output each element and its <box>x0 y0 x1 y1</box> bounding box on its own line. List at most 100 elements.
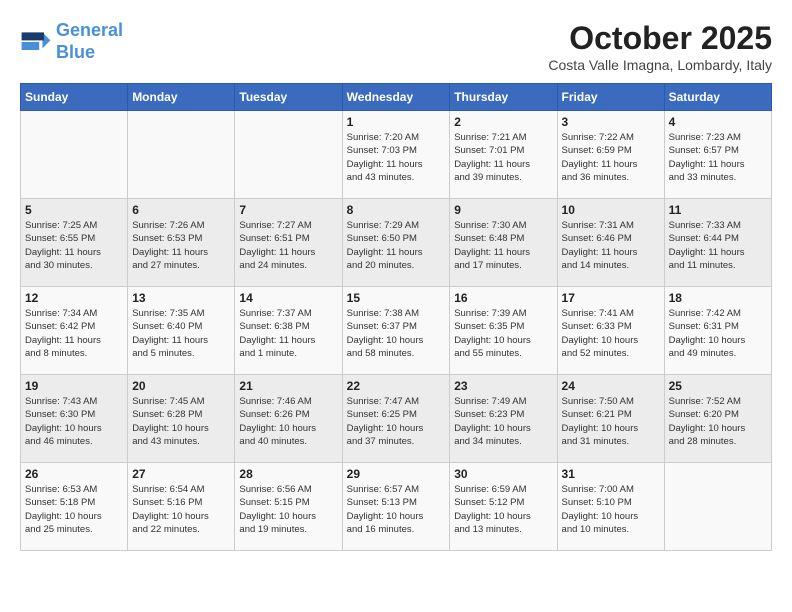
day-info: Sunrise: 6:54 AM Sunset: 5:16 PM Dayligh… <box>132 483 230 536</box>
calendar-table: SundayMondayTuesdayWednesdayThursdayFrid… <box>20 83 772 551</box>
day-info: Sunrise: 7:30 AM Sunset: 6:48 PM Dayligh… <box>454 219 552 272</box>
calendar-week-row: 1Sunrise: 7:20 AM Sunset: 7:03 PM Daylig… <box>21 111 772 199</box>
day-number: 31 <box>562 467 660 481</box>
calendar-day-cell: 19Sunrise: 7:43 AM Sunset: 6:30 PM Dayli… <box>21 375 128 463</box>
day-info: Sunrise: 7:52 AM Sunset: 6:20 PM Dayligh… <box>669 395 767 448</box>
weekday-header: Wednesday <box>342 84 450 111</box>
day-info: Sunrise: 7:23 AM Sunset: 6:57 PM Dayligh… <box>669 131 767 184</box>
calendar-day-cell: 13 Sunrise: 7:35 AM Sunset: 6:40 PM Dayli… <box>128 287 235 375</box>
day-number: 7 <box>239 203 337 217</box>
day-info: Sunrise: 7:38 AM Sunset: 6:37 PM Dayligh… <box>347 307 446 360</box>
calendar-day-cell: 2 Sunrise: 7:21 AM Sunset: 7:01 PM Daylig… <box>450 111 557 199</box>
calendar-week-row: 5Sunrise: 7:25 AM Sunset: 6:55 PM Daylig… <box>21 199 772 287</box>
day-number: 13 <box>132 291 230 305</box>
day-number: 17 <box>562 291 660 305</box>
day-number: 5 <box>25 203 123 217</box>
logo: General Blue <box>20 20 123 63</box>
calendar-day-cell: 1Sunrise: 7:20 AM Sunset: 7:03 PM Daylig… <box>342 111 450 199</box>
calendar-day-cell: 29 Sunrise: 6:57 AM Sunset: 5:13 PM Dayli… <box>342 463 450 551</box>
calendar-day-cell <box>128 111 235 199</box>
calendar-day-cell: 24Sunrise: 7:50 AM Sunset: 6:21 PM Dayli… <box>557 375 664 463</box>
day-number: 6 <box>132 203 230 217</box>
calendar-subtitle: Costa Valle Imagna, Lombardy, Italy <box>548 57 772 73</box>
calendar-day-cell <box>235 111 342 199</box>
logo-line1: General <box>56 20 123 40</box>
day-number: 14 <box>239 291 337 305</box>
calendar-day-cell: 9 Sunrise: 7:30 AM Sunset: 6:48 PM Daylig… <box>450 199 557 287</box>
weekday-header: Friday <box>557 84 664 111</box>
calendar-day-cell: 27 Sunrise: 6:54 AM Sunset: 5:16 PM Dayli… <box>128 463 235 551</box>
title-block: October 2025 Costa Valle Imagna, Lombard… <box>548 20 772 73</box>
calendar-header: General Blue October 2025 Costa Valle Im… <box>20 20 772 73</box>
day-info: Sunrise: 7:34 AM Sunset: 6:42 PM Dayligh… <box>25 307 123 360</box>
day-number: 11 <box>669 203 767 217</box>
day-number: 10 <box>562 203 660 217</box>
day-number: 18 <box>669 291 767 305</box>
day-info: Sunrise: 6:53 AM Sunset: 5:18 PM Dayligh… <box>25 483 123 536</box>
calendar-day-cell: 7 Sunrise: 7:27 AM Sunset: 6:51 PM Daylig… <box>235 199 342 287</box>
calendar-day-cell: 14 Sunrise: 7:37 AM Sunset: 6:38 PM Dayli… <box>235 287 342 375</box>
calendar-title: October 2025 <box>548 20 772 57</box>
day-number: 2 <box>454 115 552 129</box>
calendar-day-cell: 20 Sunrise: 7:45 AM Sunset: 6:28 PM Dayli… <box>128 375 235 463</box>
day-info: Sunrise: 7:49 AM Sunset: 6:23 PM Dayligh… <box>454 395 552 448</box>
logo-icon <box>20 26 52 58</box>
day-number: 25 <box>669 379 767 393</box>
day-number: 30 <box>454 467 552 481</box>
calendar-day-cell: 25 Sunrise: 7:52 AM Sunset: 6:20 PM Dayli… <box>664 375 771 463</box>
day-info: Sunrise: 7:29 AM Sunset: 6:50 PM Dayligh… <box>347 219 446 272</box>
day-info: Sunrise: 7:46 AM Sunset: 6:26 PM Dayligh… <box>239 395 337 448</box>
day-number: 27 <box>132 467 230 481</box>
calendar-day-cell: 16Sunrise: 7:39 AM Sunset: 6:35 PM Dayli… <box>450 287 557 375</box>
calendar-day-cell: 31 Sunrise: 7:00 AM Sunset: 5:10 PM Dayli… <box>557 463 664 551</box>
day-info: Sunrise: 7:31 AM Sunset: 6:46 PM Dayligh… <box>562 219 660 272</box>
calendar-day-cell: 5Sunrise: 7:25 AM Sunset: 6:55 PM Daylig… <box>21 199 128 287</box>
day-number: 15 <box>347 291 446 305</box>
calendar-day-cell: 6 Sunrise: 7:26 AM Sunset: 6:53 PM Daylig… <box>128 199 235 287</box>
day-number: 9 <box>454 203 552 217</box>
calendar-day-cell <box>664 463 771 551</box>
day-info: Sunrise: 7:00 AM Sunset: 5:10 PM Dayligh… <box>562 483 660 536</box>
calendar-day-cell: 22Sunrise: 7:47 AM Sunset: 6:25 PM Dayli… <box>342 375 450 463</box>
weekday-header: Saturday <box>664 84 771 111</box>
day-number: 3 <box>562 115 660 129</box>
day-info: Sunrise: 7:20 AM Sunset: 7:03 PM Dayligh… <box>347 131 446 184</box>
day-number: 21 <box>239 379 337 393</box>
day-info: Sunrise: 7:26 AM Sunset: 6:53 PM Dayligh… <box>132 219 230 272</box>
weekday-header: Thursday <box>450 84 557 111</box>
day-info: Sunrise: 7:35 AM Sunset: 6:40 PM Dayligh… <box>132 307 230 360</box>
calendar-day-cell: 12 Sunrise: 7:34 AM Sunset: 6:42 PM Dayli… <box>21 287 128 375</box>
calendar-week-row: 12 Sunrise: 7:34 AM Sunset: 6:42 PM Dayli… <box>21 287 772 375</box>
day-info: Sunrise: 7:50 AM Sunset: 6:21 PM Dayligh… <box>562 395 660 448</box>
day-info: Sunrise: 7:37 AM Sunset: 6:38 PM Dayligh… <box>239 307 337 360</box>
calendar-day-cell: 26 Sunrise: 6:53 AM Sunset: 5:18 PM Dayli… <box>21 463 128 551</box>
calendar-day-cell: 11Sunrise: 7:33 AM Sunset: 6:44 PM Dayli… <box>664 199 771 287</box>
day-info: Sunrise: 7:21 AM Sunset: 7:01 PM Dayligh… <box>454 131 552 184</box>
weekday-header: Monday <box>128 84 235 111</box>
day-number: 8 <box>347 203 446 217</box>
calendar-day-cell: 3Sunrise: 7:22 AM Sunset: 6:59 PM Daylig… <box>557 111 664 199</box>
day-info: Sunrise: 7:42 AM Sunset: 6:31 PM Dayligh… <box>669 307 767 360</box>
calendar-day-cell: 21 Sunrise: 7:46 AM Sunset: 6:26 PM Dayli… <box>235 375 342 463</box>
logo-line2: Blue <box>56 42 95 62</box>
day-number: 12 <box>25 291 123 305</box>
calendar-day-cell: 17Sunrise: 7:41 AM Sunset: 6:33 PM Dayli… <box>557 287 664 375</box>
day-number: 23 <box>454 379 552 393</box>
calendar-day-cell: 15 Sunrise: 7:38 AM Sunset: 6:37 PM Dayli… <box>342 287 450 375</box>
calendar-day-cell: 18 Sunrise: 7:42 AM Sunset: 6:31 PM Dayli… <box>664 287 771 375</box>
calendar-week-row: 26 Sunrise: 6:53 AM Sunset: 5:18 PM Dayli… <box>21 463 772 551</box>
day-info: Sunrise: 6:56 AM Sunset: 5:15 PM Dayligh… <box>239 483 337 536</box>
day-info: Sunrise: 6:57 AM Sunset: 5:13 PM Dayligh… <box>347 483 446 536</box>
day-number: 4 <box>669 115 767 129</box>
day-number: 26 <box>25 467 123 481</box>
day-number: 29 <box>347 467 446 481</box>
calendar-header-row: SundayMondayTuesdayWednesdayThursdayFrid… <box>21 84 772 111</box>
day-info: Sunrise: 7:45 AM Sunset: 6:28 PM Dayligh… <box>132 395 230 448</box>
logo-text: General Blue <box>56 20 123 63</box>
day-info: Sunrise: 7:27 AM Sunset: 6:51 PM Dayligh… <box>239 219 337 272</box>
day-number: 16 <box>454 291 552 305</box>
day-number: 20 <box>132 379 230 393</box>
calendar-day-cell: 30Sunrise: 6:59 AM Sunset: 5:12 PM Dayli… <box>450 463 557 551</box>
day-number: 28 <box>239 467 337 481</box>
calendar-day-cell: 23 Sunrise: 7:49 AM Sunset: 6:23 PM Dayli… <box>450 375 557 463</box>
